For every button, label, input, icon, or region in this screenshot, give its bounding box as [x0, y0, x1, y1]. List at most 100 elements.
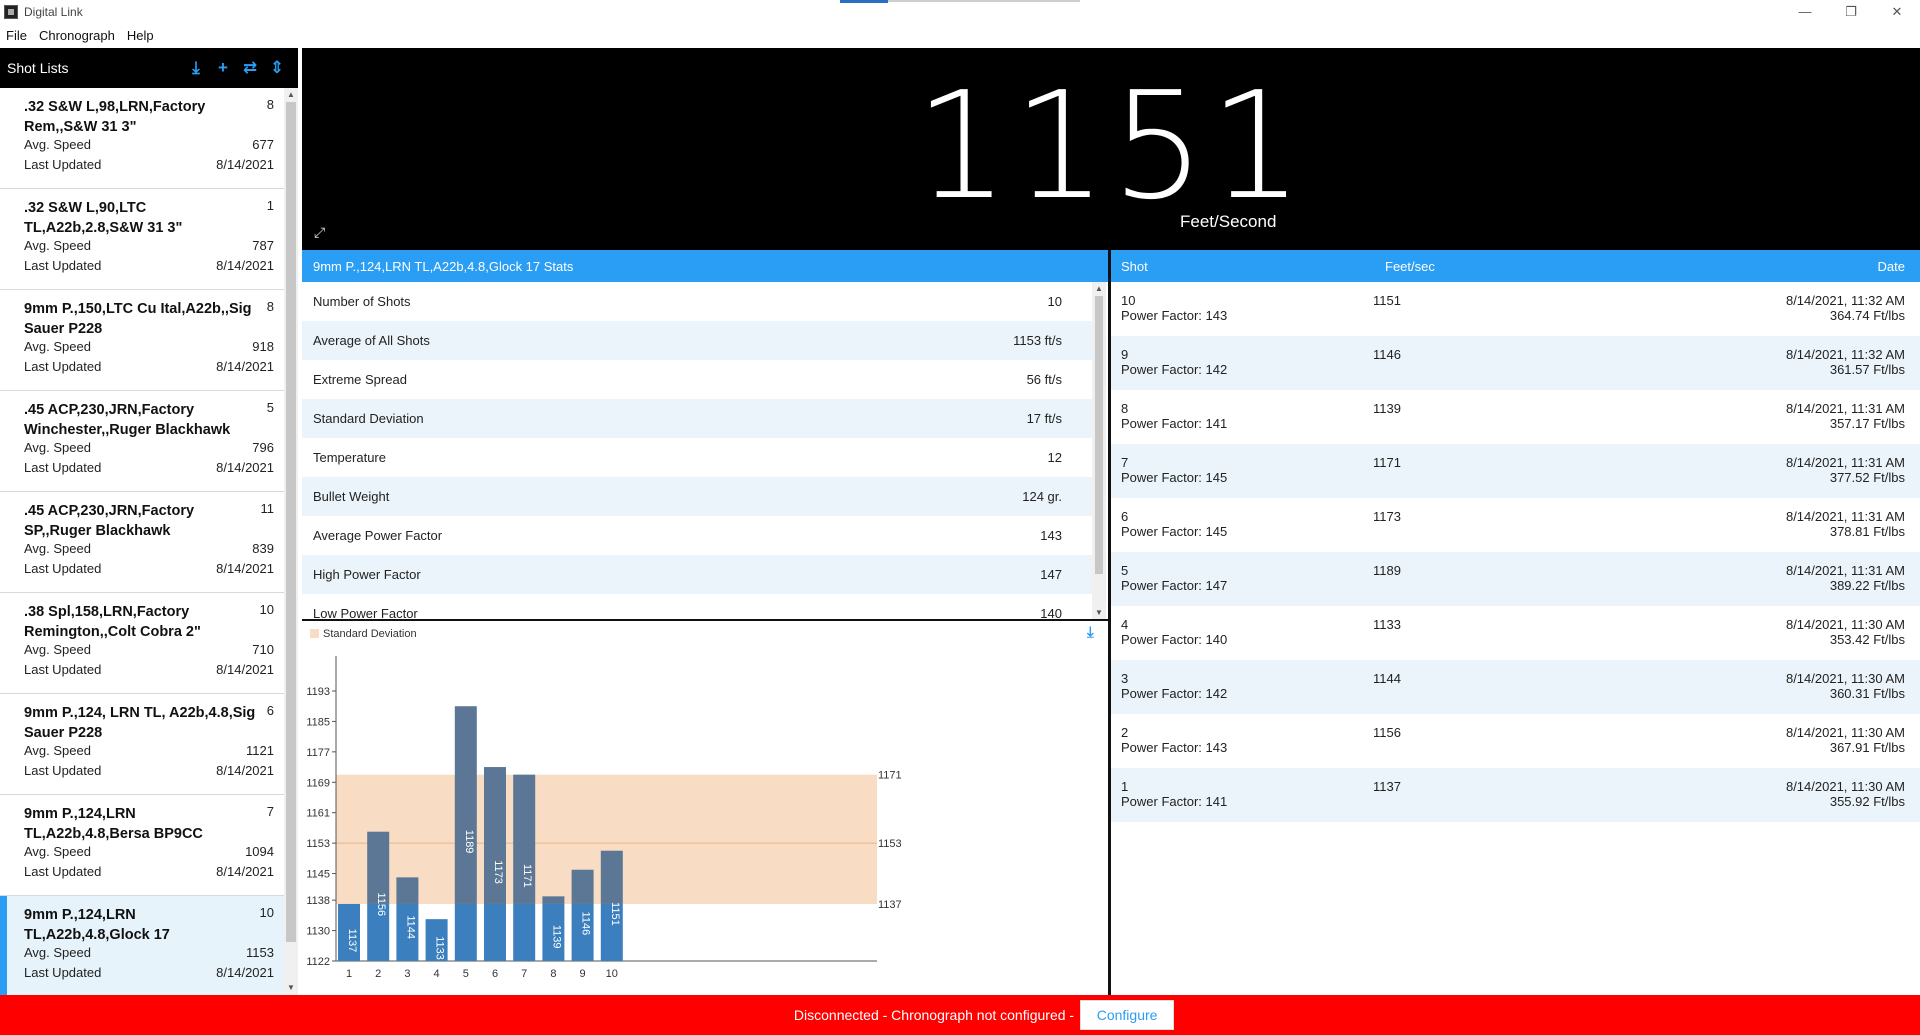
menu-file[interactable]: File [0, 28, 33, 43]
shot-list-item[interactable]: 9mm P.,124,LRN TL,A22b,4.8,Bersa BP9CC 7 A… [0, 795, 284, 896]
sort-icon[interactable]: ⇕ [268, 58, 286, 78]
shot-cell: 9 Power Factor: 142 [1121, 347, 1227, 377]
menu-chronograph[interactable]: Chronograph [33, 28, 121, 43]
table-row[interactable]: 1 Power Factor: 141 1137 8/14/2021, 11:30 A… [1111, 768, 1920, 822]
table-row[interactable]: 10 Power Factor: 143 1151 8/14/2021, 11:32 … [1111, 282, 1920, 336]
stat-value: 140 [1040, 606, 1062, 620]
last-updated-value: 8/14/2021 [216, 460, 274, 475]
table-row[interactable]: 3 Power Factor: 142 1144 8/14/2021, 11:30 A… [1111, 660, 1920, 714]
shot-list-count: 8 [266, 299, 274, 314]
y-tick-label: 1185 [306, 716, 330, 728]
table-row[interactable]: 6 Power Factor: 145 1173 8/14/2021, 11:31 A… [1111, 498, 1920, 552]
chart-download-icon[interactable]: ⤓ [1086, 624, 1094, 641]
scroll-up-icon[interactable]: ▲ [1092, 282, 1106, 296]
shot-list-item[interactable]: .45 ACP,230,JRN,Factory Winchester,,Ruge… [0, 391, 284, 492]
stats-scroll-thumb[interactable] [1095, 296, 1103, 574]
menu-help[interactable]: Help [121, 28, 160, 43]
header-date[interactable]: Date [1878, 259, 1905, 274]
bar[interactable] [454, 903, 477, 961]
shot-number: 5 [1121, 563, 1129, 578]
avg-speed-value: 677 [252, 137, 274, 152]
stat-row: High Power Factor 147 [302, 555, 1092, 594]
shots-table-header: Shot Feet/sec Date [1111, 250, 1920, 282]
avg-speed-row: Avg. Speed 710 [24, 642, 274, 657]
bar[interactable] [484, 903, 506, 961]
bar-upper[interactable] [454, 706, 477, 904]
shot-list-item[interactable]: .32 S&W L,98,LRN,Factory Rem,,S&W 31 3" 8… [0, 88, 284, 189]
bar[interactable] [513, 903, 536, 961]
table-row[interactable]: 8 Power Factor: 141 1139 8/14/2021, 11:31 A… [1111, 390, 1920, 444]
minimize-button[interactable]: — [1782, 0, 1828, 23]
shot-date: 8/14/2021, 11:31 AM [1785, 509, 1905, 524]
speed-unit: Feet/Second [1180, 212, 1277, 231]
bar-upper[interactable] [542, 896, 565, 904]
bar-value-label: 1171 [521, 864, 533, 888]
header-speed[interactable]: Feet/sec [1385, 259, 1435, 274]
add-icon[interactable]: + [214, 58, 232, 78]
current-speed: 1151 [914, 60, 1308, 232]
y-tick-label: 1145 [306, 869, 330, 881]
stats-scrollbar[interactable]: ▲ ▼ [1092, 282, 1106, 620]
shot-list-count: 11 [260, 501, 275, 516]
avg-speed-row: Avg. Speed 918 [24, 339, 274, 354]
table-row[interactable]: 5 Power Factor: 147 1189 8/14/2021, 11:31 A… [1111, 552, 1920, 606]
shot-list-name: .45 ACP,230,JRN,Factory SP,,Ruger Blackh… [24, 503, 195, 539]
table-row[interactable]: 7 Power Factor: 145 1171 8/14/2021, 11:31 A… [1111, 444, 1920, 498]
shot-list-name: 9mm P.,124,LRN TL,A22b,4.8,Bersa BP9CC [24, 806, 203, 842]
shot-date: 8/14/2021, 11:30 AM [1785, 725, 1905, 740]
scroll-up-icon[interactable]: ▲ [284, 88, 298, 102]
avg-speed-value: 918 [252, 339, 274, 354]
x-tick-label: 7 [521, 968, 527, 980]
table-row[interactable]: 2 Power Factor: 143 1156 8/14/2021, 11:30 A… [1111, 714, 1920, 768]
swap-icon[interactable]: ⇄ [241, 58, 259, 78]
expand-icon[interactable]: ⤢ [314, 224, 325, 241]
table-row[interactable]: 4 Power Factor: 140 1133 8/14/2021, 11:30 A… [1111, 606, 1920, 660]
shot-list-item[interactable]: .38 Spl,158,LRN,Factory Remington,,Colt … [0, 593, 284, 694]
avg-speed-row: Avg. Speed 796 [24, 440, 274, 455]
shot-list-item[interactable]: .45 ACP,230,JRN,Factory SP,,Ruger Blackh… [0, 492, 284, 593]
shot-list-item[interactable]: 9mm P.,124, LRN TL, A22b,4.8,Sig Sauer P… [0, 694, 284, 795]
restore-button[interactable]: ❐ [1828, 0, 1874, 23]
stat-value: 17 ft/s [1026, 411, 1062, 426]
shot-energy: 360.31 Ft/lbs [1829, 686, 1905, 701]
table-row[interactable]: 9 Power Factor: 142 1146 8/14/2021, 11:32 A… [1111, 336, 1920, 390]
last-updated-row: Last Updated 8/14/2021 [24, 965, 274, 980]
bar-upper[interactable] [600, 850, 623, 904]
bar-upper[interactable] [396, 877, 419, 904]
shot-list-count: 10 [259, 602, 274, 617]
avg-speed-value: 1153 [246, 945, 274, 960]
bar-value-label: 1144 [404, 915, 416, 939]
shot-list-item[interactable]: .32 S&W L,90,LTC TL,A22b,2.8,S&W 31 3" 1 A… [0, 189, 284, 290]
power-factor: Power Factor: 143 [1121, 740, 1228, 755]
shot-list-item[interactable]: 9mm P.,124,LRN TL,A22b,4.8,Glock 17 10 Avg… [0, 896, 284, 995]
shot-number: 3 [1121, 671, 1129, 686]
last-updated-value: 8/14/2021 [216, 965, 274, 980]
y-tick-label: 1169 [306, 777, 330, 789]
title-gray-bar [888, 0, 1080, 2]
download-icon[interactable]: ⤓ [187, 58, 205, 78]
shot-list-item[interactable]: 9mm P.,150,LTC Cu Ital,A22b,,Sig Sauer P… [0, 290, 284, 391]
shot-speed: 1189 [1373, 563, 1401, 578]
scroll-down-icon[interactable]: ▼ [1092, 606, 1106, 620]
close-button[interactable]: ✕ [1874, 0, 1920, 23]
header-shot[interactable]: Shot [1121, 259, 1148, 274]
last-updated-row: Last Updated 8/14/2021 [24, 258, 274, 273]
x-tick-label: 2 [375, 968, 381, 980]
shot-energy: 353.42 Ft/lbs [1829, 632, 1905, 647]
shot-speed: 1173 [1373, 509, 1401, 524]
sidebar-toolbar: ⤓ + ⇄ ⇕ [187, 58, 286, 78]
x-tick-label: 5 [463, 968, 469, 980]
last-updated-value: 8/14/2021 [216, 763, 274, 778]
sidebar-scrollbar[interactable]: ▲ ▼ [284, 88, 298, 995]
sidebar-scroll-thumb[interactable] [286, 102, 296, 942]
avg-speed-row: Avg. Speed 1094 [24, 844, 274, 859]
stat-row: Extreme Spread 56 ft/s [302, 360, 1092, 399]
bar-upper[interactable] [571, 869, 594, 904]
avg-speed-label: Avg. Speed [24, 339, 91, 354]
window-controls: — ❐ ✕ [1782, 0, 1920, 23]
shot-date: 8/14/2021, 11:31 AM [1785, 401, 1905, 416]
stat-label: High Power Factor [313, 567, 421, 582]
last-updated-row: Last Updated 8/14/2021 [24, 359, 274, 374]
configure-button[interactable]: Configure [1080, 1000, 1175, 1030]
scroll-down-icon[interactable]: ▼ [284, 981, 298, 995]
